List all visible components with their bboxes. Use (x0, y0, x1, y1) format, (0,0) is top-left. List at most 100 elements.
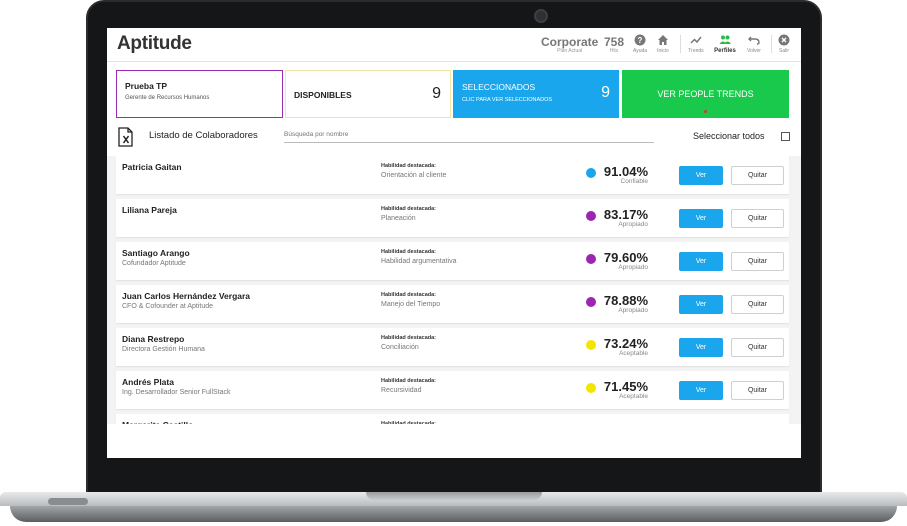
select-all-label[interactable]: Seleccionar todos (693, 131, 765, 141)
collaborator-role: Directora Gestión Humana (122, 346, 205, 353)
ver-button[interactable]: Ver (679, 209, 723, 228)
undo-icon (748, 36, 760, 45)
match-level: Apropiado (618, 221, 648, 228)
skill-label: Habilidad destacada: (381, 292, 437, 298)
match-level: Aceptable (619, 393, 648, 400)
disponibles-card[interactable]: DISPONIBLES 9 (285, 70, 451, 118)
help-icon: ? (634, 34, 646, 46)
trend-icon (690, 36, 702, 44)
collaborator-name: Santiago Arango (122, 248, 190, 258)
skill-value: Habilidad argumentativa (381, 258, 457, 265)
profile-subtitle: Gerente de Recursos Humanos (125, 95, 210, 101)
ver-button[interactable]: Ver (679, 338, 723, 357)
people-icon (719, 35, 731, 44)
match-percentage: 79.60% (603, 250, 648, 265)
profile-title: Prueba TP (125, 81, 168, 91)
table-row[interactable]: Santiago Arango Cofundador Aptitude Habili… (116, 242, 789, 280)
quitar-button[interactable]: Quitar (731, 209, 784, 228)
aptitude-logo[interactable]: Aptitude (117, 33, 192, 55)
nav-perfiles[interactable]: Perfiles (711, 34, 739, 54)
collaborator-name: Liliana Pareja (122, 205, 177, 215)
ver-button[interactable]: Ver (679, 381, 723, 400)
match-level: Aceptable (619, 350, 648, 357)
excel-export-icon[interactable] (116, 125, 136, 149)
home-icon (658, 35, 668, 45)
skill-value: Recursividad (381, 387, 422, 394)
quitar-button[interactable]: Quitar (731, 252, 784, 271)
quitar-button[interactable]: Quitar (731, 381, 784, 400)
select-all-checkbox[interactable] (781, 132, 790, 141)
match-percentage: 71.45% (603, 379, 648, 394)
collaborator-name: Patricia Gaitan (122, 162, 182, 172)
seleccionados-subtitle: CLIC PARA VER SELECCIONADOS (462, 97, 553, 103)
match-percentage: 83.17% (603, 207, 648, 222)
list-header: Listado de Colaboradores Seleccionar tod… (116, 125, 792, 151)
table-row[interactable]: Juan Carlos Hernández Vergara CFO & Cofou… (116, 285, 789, 323)
status-dot (586, 254, 596, 264)
collaborators-list: Patricia Gaitan Habilidad destacada: Orien… (107, 156, 801, 424)
match-percentage: 78.88% (603, 293, 648, 308)
laptop-base (0, 490, 907, 526)
nav-trends-label: Trends (688, 48, 704, 54)
match-percentage: 91.04% (603, 164, 648, 179)
ver-button[interactable]: Ver (679, 166, 723, 185)
disponibles-label: DISPONIBLES (294, 90, 352, 100)
table-row[interactable]: Diana Restrepo Directora Gestión Humana Ha… (116, 328, 789, 366)
profile-card[interactable]: Prueba TP Gerente de Recursos Humanos (116, 70, 283, 118)
skill-label: Habilidad destacada: (381, 163, 437, 169)
match-level: Apropiado (618, 307, 648, 314)
skill-label: Habilidad destacada: (381, 421, 437, 424)
table-row[interactable]: Patricia Gaitan Habilidad destacada: Orien… (116, 156, 789, 194)
seleccionados-count: 9 (601, 84, 610, 101)
plan-name: Corporate (541, 35, 599, 49)
logo-text: Aptitude (117, 33, 192, 54)
ver-button[interactable]: Ver (679, 295, 723, 314)
table-row[interactable]: Andrés Plata Ing. Desarrollador Senior Fu… (116, 371, 789, 409)
skill-value: Conciliación (381, 344, 419, 351)
hits-indicator: 758 Hits (604, 35, 624, 54)
status-dot (586, 340, 596, 350)
nav-trends[interactable]: Trends (682, 34, 710, 54)
search-input[interactable] (284, 127, 654, 143)
quitar-button[interactable]: Quitar (731, 338, 784, 357)
status-dot (586, 383, 596, 393)
skill-value: Planeación (381, 215, 416, 222)
skill-label: Habilidad destacada: (381, 206, 437, 212)
skill-label: Habilidad destacada: (381, 378, 437, 384)
status-dot (586, 168, 596, 178)
webcam (534, 9, 548, 23)
skill-value: Manejo del Tiempo (381, 301, 441, 308)
skill-label: Habilidad destacada: (381, 335, 437, 341)
collaborator-role: Ing. Desarrollador Senior FullStack (122, 389, 231, 396)
match-percentage: 73.24% (603, 336, 648, 351)
ver-button[interactable]: Ver (679, 252, 723, 271)
people-trends-button[interactable]: VER PEOPLE TRENDS (622, 70, 789, 118)
app-screen: Aptitude Corporate Plan Actual 758 Hits … (107, 28, 801, 458)
people-trends-label: VER PEOPLE TRENDS (657, 89, 754, 99)
hits-value: 758 (604, 35, 625, 49)
nav-salir[interactable]: Salir (770, 34, 798, 54)
base-bottom (10, 506, 897, 522)
collaborator-name: Juan Carlos Hernández Vergara (122, 291, 251, 301)
table-row[interactable]: Liliana Pareja Habilidad destacada: Planea… (116, 199, 789, 237)
status-dot (586, 297, 596, 307)
seleccionados-label: SELECCIONADOS (462, 82, 536, 92)
disponibles-count: 9 (432, 85, 441, 102)
collaborator-name: Andrés Plata (122, 377, 174, 387)
app-header: Aptitude Corporate Plan Actual 758 Hits … (107, 28, 801, 62)
nav-home-label: Inicio (657, 48, 669, 54)
base-notch (366, 492, 542, 500)
cursor-marker (704, 110, 707, 113)
list-title: Listado de Colaboradores (149, 130, 258, 141)
collaborator-role: CFO & Cofounder at Aptitude (122, 303, 214, 310)
table-row[interactable]: Margarita Castillo Habilidad destacada: (116, 414, 789, 424)
quitar-button[interactable]: Quitar (731, 166, 784, 185)
close-circle-icon (778, 34, 790, 46)
quitar-button[interactable]: Quitar (731, 295, 784, 314)
nav-divider (680, 35, 681, 53)
collaborator-name: Diana Restrepo (122, 334, 185, 344)
seleccionados-card[interactable]: SELECCIONADOS CLIC PARA VER SELECCIONADO… (453, 70, 619, 118)
plan-indicator: Corporate Plan Actual (541, 35, 598, 54)
nav-home[interactable]: Inicio (649, 34, 677, 54)
nav-volver[interactable]: Volver (740, 34, 768, 54)
